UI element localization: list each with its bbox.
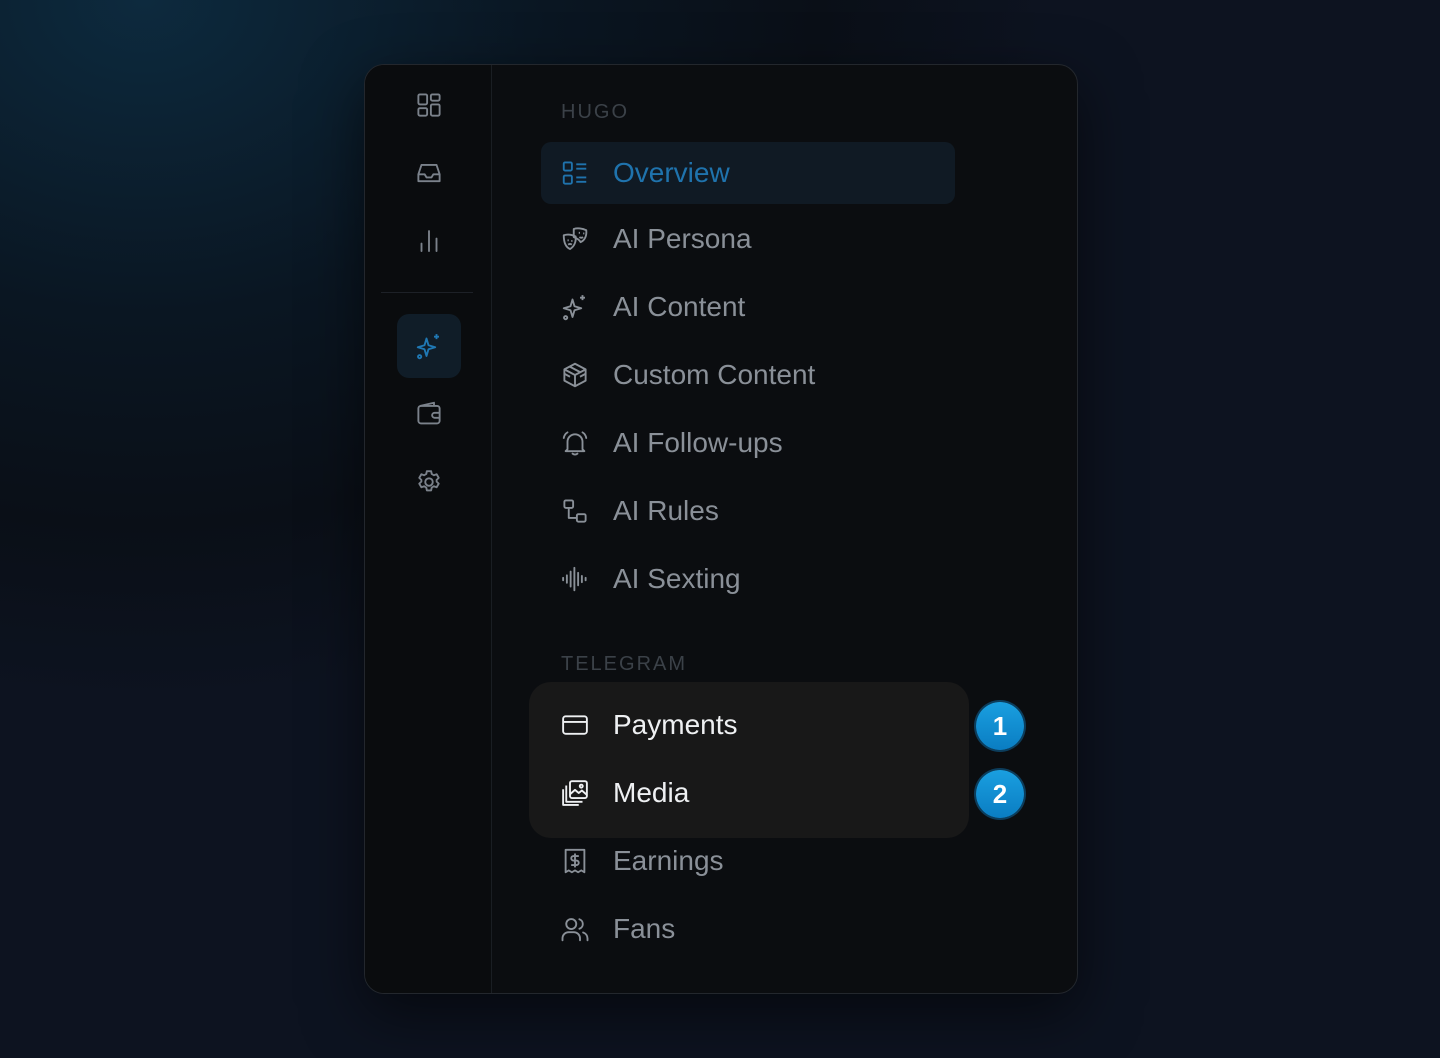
waveform-icon — [562, 566, 587, 592]
gear-icon — [418, 470, 440, 492]
rail-wallet-button[interactable] — [397, 382, 461, 446]
rail-analytics-button[interactable] — [397, 209, 461, 273]
wallet-icon — [417, 401, 441, 425]
masks-icon — [562, 227, 588, 250]
nav-item-label: Payments — [613, 709, 738, 740]
receipt-dollar-icon — [564, 848, 586, 874]
rail-dashboard-button[interactable] — [397, 73, 461, 137]
nav-item-ai-rules[interactable]: AI Rules — [541, 480, 955, 542]
step-badge-2: 2 — [976, 770, 1024, 818]
rail-settings-button[interactable] — [397, 450, 461, 514]
package-icon — [563, 362, 587, 388]
nav-item-label: AI Rules — [613, 495, 719, 526]
images-icon — [562, 780, 588, 806]
nav-item-label: Earnings — [613, 845, 724, 876]
nav-item-custom-content[interactable]: Custom Content — [541, 344, 955, 406]
nav-item-ai-content[interactable]: AI Content — [541, 276, 955, 338]
section-title-hugo: HUGO — [561, 101, 629, 123]
nav-item-label: Media — [613, 777, 690, 808]
bell-ringing-icon — [562, 431, 588, 456]
nav-item-earnings[interactable]: Earnings — [541, 830, 955, 892]
step-badge-1: 1 — [976, 702, 1024, 750]
nav-item-payments[interactable]: Payments — [541, 694, 955, 756]
nav-item-label: Fans — [613, 913, 676, 944]
nav-item-media[interactable]: Media — [541, 762, 955, 824]
nav-item-label: AI Content — [613, 291, 746, 322]
sparkles-icon — [416, 334, 439, 360]
nav-item-label: Overview — [613, 157, 730, 188]
nav-item-ai-persona[interactable]: AI Persona — [541, 208, 955, 270]
rail-divider — [381, 292, 473, 293]
nav-item-ai-follow-ups[interactable]: AI Follow-ups — [541, 412, 955, 474]
inbox-icon — [417, 163, 441, 183]
rail-inbox-button[interactable] — [397, 141, 461, 205]
flow-icon — [563, 499, 587, 523]
grid-icon — [417, 93, 441, 117]
nav-item-ai-sexting[interactable]: AI Sexting — [541, 548, 955, 610]
bar-chart-icon — [420, 230, 438, 252]
nav-item-label: AI Follow-ups — [613, 427, 783, 458]
icon-rail — [365, 65, 492, 993]
rail-ai-button[interactable] — [397, 314, 461, 378]
users-icon — [561, 918, 589, 942]
nav-item-label: AI Persona — [613, 223, 752, 254]
nav-item-label: Custom Content — [613, 359, 816, 390]
nav-item-label: AI Sexting — [613, 563, 741, 594]
list-grid-icon — [562, 161, 587, 185]
sidebar-panel: HUGO Overview AI Persona AI Content Cust… — [364, 64, 1078, 994]
section-title-telegram: TELEGRAM — [561, 653, 688, 675]
nav-item-overview[interactable]: Overview — [541, 142, 955, 204]
sparkles-icon — [562, 295, 585, 321]
nav-item-fans[interactable]: Fans — [541, 898, 955, 960]
credit-card-icon — [562, 715, 588, 735]
